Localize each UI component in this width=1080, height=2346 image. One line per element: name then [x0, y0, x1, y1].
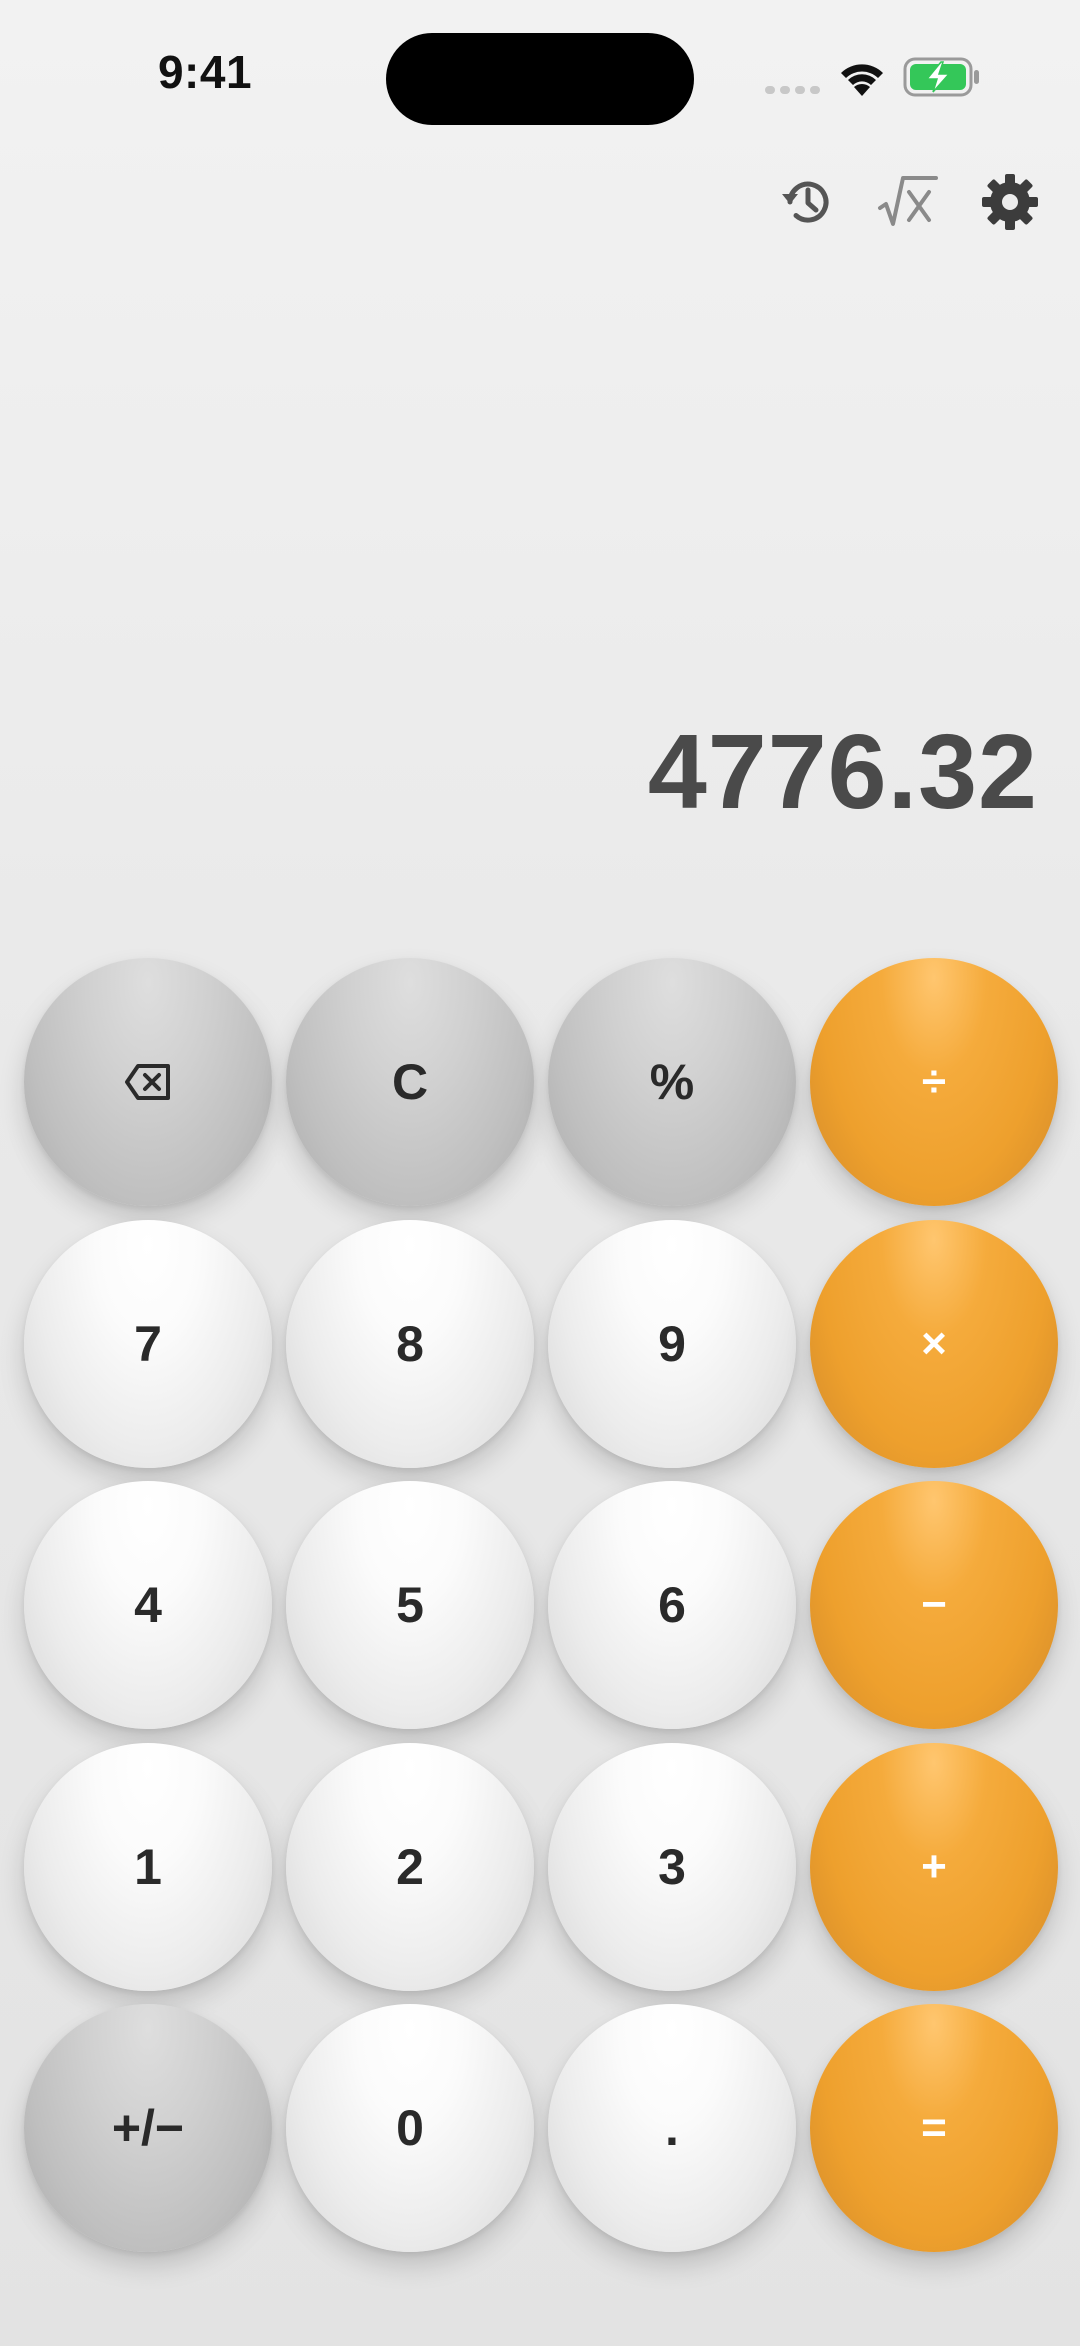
digit-2-button[interactable]: 2	[286, 1743, 534, 1991]
backspace-icon	[125, 1064, 170, 1100]
digit-5-button[interactable]: 5	[286, 1481, 534, 1729]
gear-icon[interactable]	[978, 170, 1042, 234]
sign-toggle-button[interactable]: +/−	[24, 2004, 272, 2252]
multiply-button[interactable]: ×	[810, 1220, 1058, 1468]
digit-4-button[interactable]: 4	[24, 1481, 272, 1729]
backspace-button[interactable]	[24, 958, 272, 1206]
sqrt-icon[interactable]	[876, 170, 940, 234]
history-icon[interactable]	[776, 170, 840, 234]
digit-6-button[interactable]: 6	[548, 1481, 796, 1729]
add-button[interactable]: +	[810, 1743, 1058, 1991]
keypad: C % ÷ 7 8 9 × 4 5 6 − 1 2 3 + +/− 0 . =	[0, 0, 1080, 2346]
digit-7-button[interactable]: 7	[24, 1220, 272, 1468]
status-time: 9:41	[157, 46, 253, 98]
subtract-button[interactable]: −	[810, 1481, 1058, 1729]
dynamic-island	[386, 33, 694, 125]
divide-button[interactable]: ÷	[810, 958, 1058, 1206]
digit-0-button[interactable]: 0	[286, 2004, 534, 2252]
display-value: 4776.32	[647, 713, 1038, 831]
digit-8-button[interactable]: 8	[286, 1220, 534, 1468]
equals-button[interactable]: =	[810, 2004, 1058, 2252]
decimal-button[interactable]: .	[548, 2004, 796, 2252]
wifi-icon	[841, 64, 883, 96]
digit-9-button[interactable]: 9	[548, 1220, 796, 1468]
clear-button[interactable]: C	[286, 958, 534, 1206]
digit-3-button[interactable]: 3	[548, 1743, 796, 1991]
percent-button[interactable]: %	[548, 958, 796, 1206]
battery-charging-icon	[903, 57, 979, 97]
digit-1-button[interactable]: 1	[24, 1743, 272, 1991]
signal-icon	[765, 86, 820, 94]
status-bar: 9:41	[0, 0, 1080, 160]
